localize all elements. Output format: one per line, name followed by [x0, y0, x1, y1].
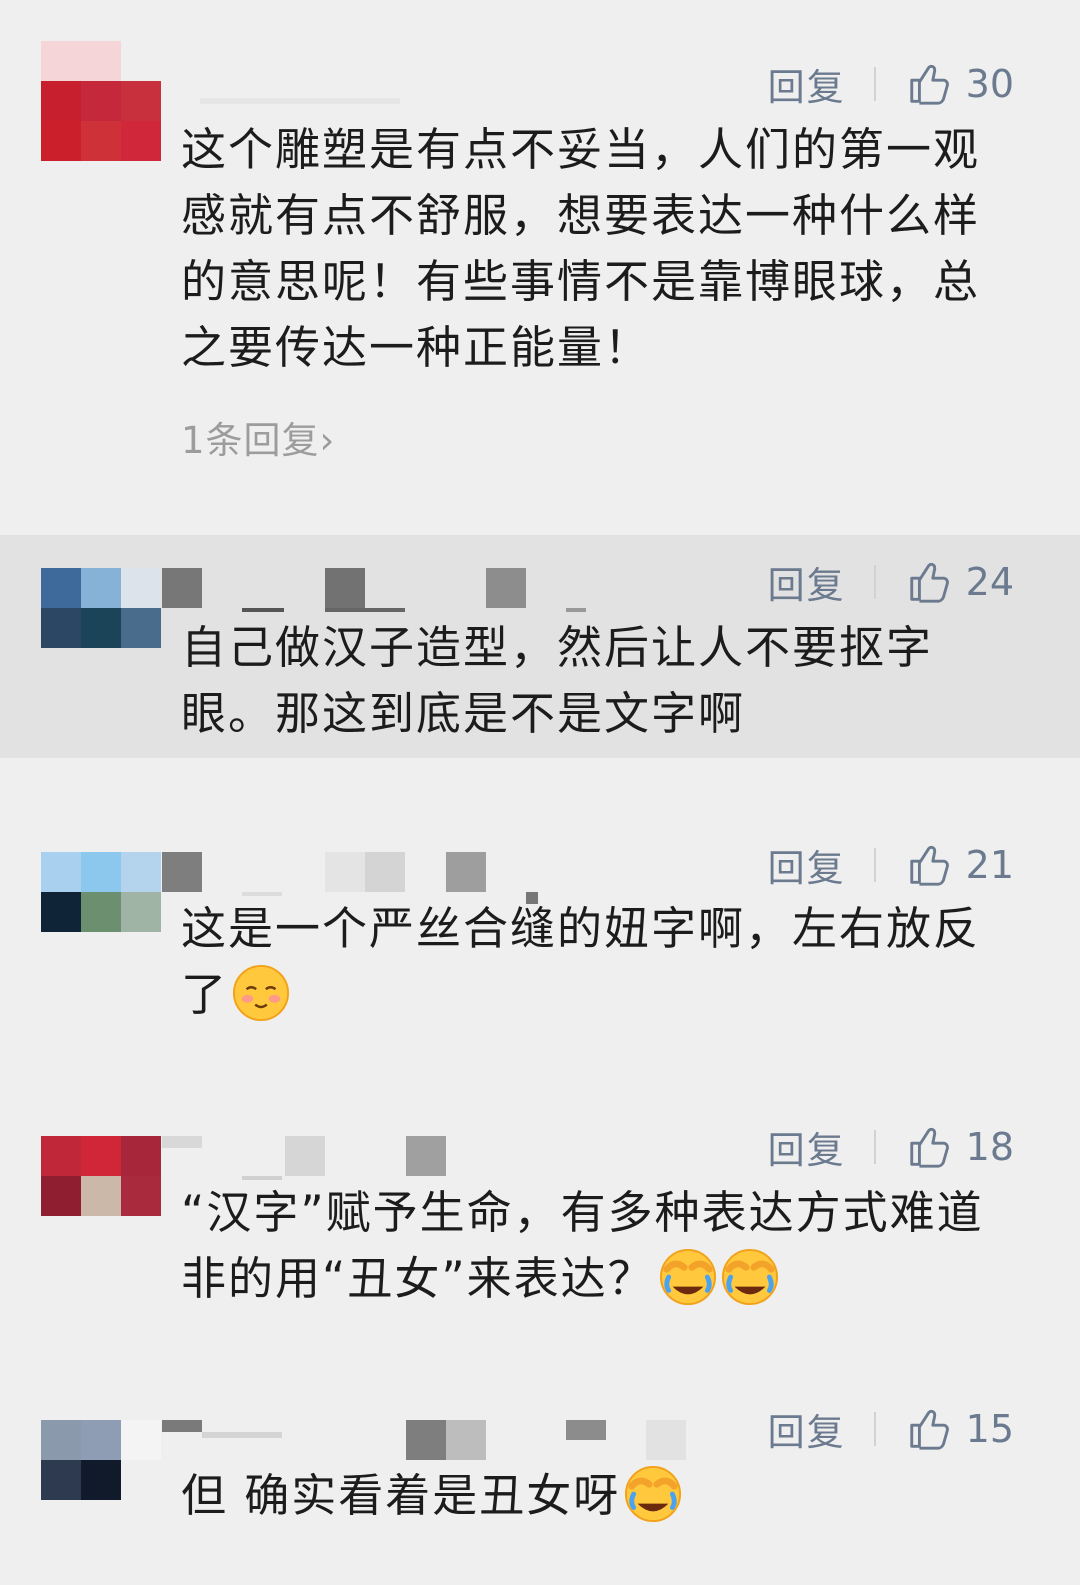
- comment-item: 回复 18 “汉字”赋予生命，有多种表达方式难道 非的用“丑女”来表达？: [0, 1050, 1080, 1397]
- comment-actions: 回复 30: [768, 57, 1014, 111]
- comment-actions: 回复 15: [768, 1402, 1014, 1456]
- like-button[interactable]: 21: [906, 842, 1014, 888]
- username-mask[interactable]: [160, 852, 700, 904]
- reply-button[interactable]: 回复: [768, 555, 846, 609]
- comment-text: 这个雕塑是有点不妥当，人们的第一观 感就有点不舒服，想要表达一种什么样 的意思呢…: [181, 123, 981, 374]
- reply-button[interactable]: 回复: [768, 1402, 846, 1456]
- comment-actions: 回复 18: [768, 1120, 1014, 1174]
- reply-button[interactable]: 回复: [768, 838, 846, 892]
- action-divider: [873, 1412, 876, 1446]
- comment-text: “汉字”赋予生命，有多种表达方式难道 非的用“丑女”来表达？: [181, 1186, 984, 1306]
- like-count: 24: [965, 560, 1014, 604]
- view-replies-link[interactable]: 1条回复›: [181, 410, 335, 464]
- thumbs-up-icon: [909, 1409, 949, 1450]
- laugh-cry-emoji: [625, 1465, 682, 1523]
- reply-button[interactable]: 回复: [768, 1120, 846, 1174]
- avatar[interactable]: [41, 1136, 161, 1216]
- blush-emoji: [232, 964, 290, 1022]
- action-divider: [873, 67, 876, 101]
- reply-button[interactable]: 回复: [768, 57, 846, 111]
- avatar[interactable]: [41, 81, 161, 161]
- username-mask[interactable]: [160, 568, 700, 618]
- comment-text: 这是一个严丝合缝的妞字啊，左右放反 了: [181, 902, 981, 1022]
- avatar[interactable]: [41, 1420, 161, 1500]
- thumbs-up-icon: [909, 845, 949, 886]
- comment-item: 回复 24 自己做汉子造型，然后让人不要抠字 眼。那这到底是不是文字啊: [0, 535, 1080, 758]
- action-divider: [873, 565, 876, 599]
- laugh-cry-emoji: [659, 1248, 716, 1306]
- like-count: 15: [965, 1407, 1014, 1451]
- action-divider: [873, 1130, 876, 1164]
- thumbs-up-icon: [909, 562, 949, 603]
- comment-actions: 回复 21: [768, 838, 1014, 892]
- like-button[interactable]: 15: [906, 1406, 1014, 1452]
- like-count: 30: [965, 62, 1014, 106]
- comment-feed: 回复 30 这个雕塑是有点不妥当，人们的第一观 感就有点不舒服，想要表达一种什么…: [0, 0, 1080, 1585]
- like-count: 18: [965, 1125, 1014, 1169]
- avatar-fragment: [41, 41, 121, 81]
- comment-item: 回复 15 但 确实看着是丑女呀: [0, 1397, 1080, 1585]
- chevron-right-icon: ›: [319, 419, 336, 462]
- avatar[interactable]: [41, 568, 161, 648]
- thumbs-up-icon: [909, 64, 949, 105]
- username-mask[interactable]: [160, 1136, 700, 1186]
- action-divider: [873, 848, 876, 882]
- laugh-cry-emoji: [721, 1248, 778, 1306]
- comment-item: 回复 21 这是一个严丝合缝的妞字啊，左右放反 了: [0, 758, 1080, 1050]
- like-count: 21: [965, 843, 1014, 887]
- like-button[interactable]: 24: [906, 559, 1014, 605]
- comment-item: 回复 30 这个雕塑是有点不妥当，人们的第一观 感就有点不舒服，想要表达一种什么…: [0, 0, 1080, 535]
- comment-text: 自己做汉子造型，然后让人不要抠字 眼。那这到底是不是文字啊: [181, 621, 934, 740]
- thumbs-up-icon: [909, 1127, 949, 1168]
- avatar[interactable]: [41, 852, 161, 932]
- comment-actions: 回复 24: [768, 555, 1014, 609]
- like-button[interactable]: 18: [906, 1124, 1014, 1170]
- like-button[interactable]: 30: [906, 61, 1014, 107]
- comment-text: 但 确实看着是丑女呀: [181, 1463, 1016, 1529]
